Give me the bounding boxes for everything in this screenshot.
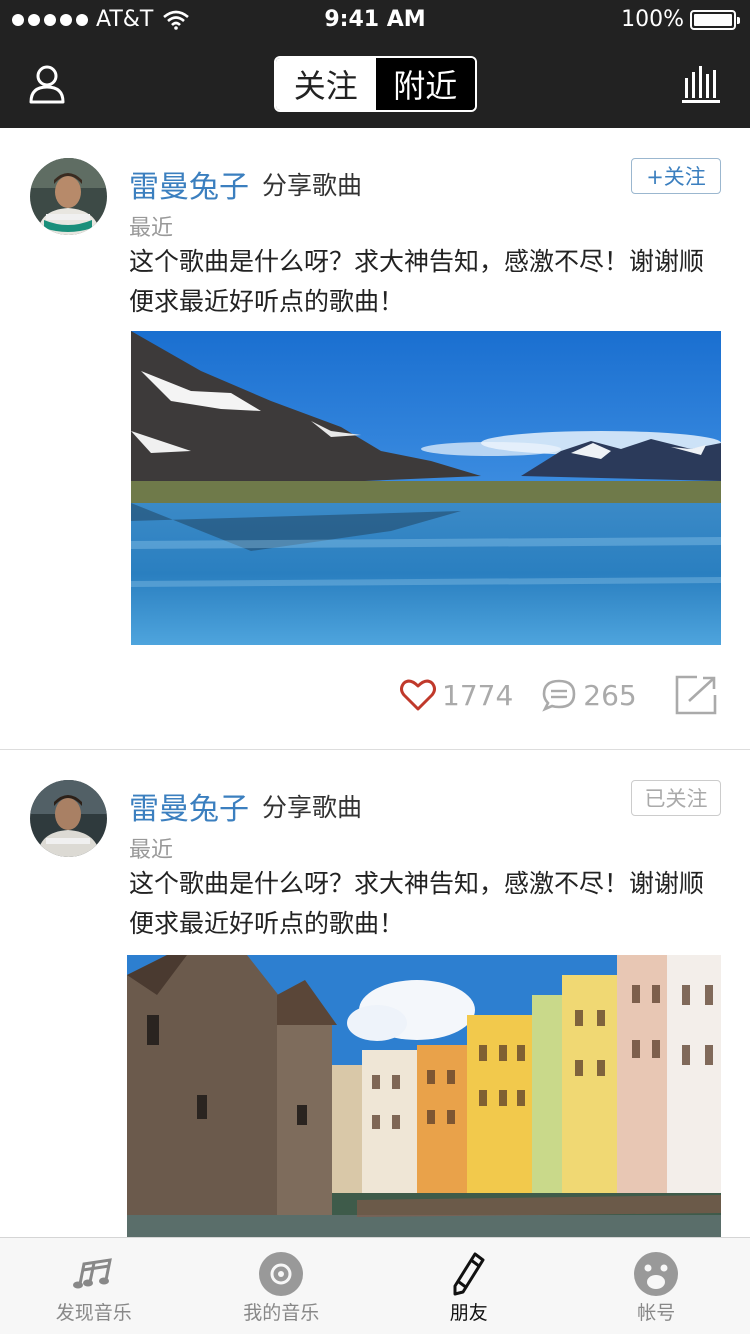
disc-icon	[259, 1252, 304, 1296]
equalizer-icon[interactable]	[680, 64, 722, 104]
tab-label: 帐号	[637, 1302, 676, 1324]
post-time: 最近	[129, 838, 174, 863]
username[interactable]: 雷曼兔子	[129, 784, 249, 828]
post-time: 最近	[129, 216, 174, 241]
post-image[interactable]	[127, 955, 721, 1240]
feed-post: 雷曼兔子 分享歌曲 已关注 最近 这个歌曲是什么呀？求大神告知，感激不尽！谢谢顺…	[0, 750, 750, 1240]
feed: 雷曼兔子 分享歌曲 +关注 最近 这个歌曲是什么呀？求大神告知，感激不尽！谢谢顺…	[0, 128, 750, 1240]
post-image[interactable]	[131, 331, 721, 645]
tab-nearby[interactable]: 附近	[375, 58, 475, 110]
status-right: 100%	[621, 7, 740, 32]
music-note-icon	[72, 1258, 112, 1289]
comment-button[interactable]: 265	[541, 678, 637, 712]
pencil-icon	[453, 1252, 485, 1296]
post-actions: 1774 265	[400, 673, 723, 717]
like-count: 1774	[442, 678, 514, 712]
tab-my-music[interactable]: 我的音乐	[188, 1238, 376, 1334]
status-bar: AT&T 9:41 AM 100%	[0, 0, 750, 40]
like-button[interactable]: 1774	[400, 678, 513, 712]
tab-discover-music[interactable]: 发现音乐	[0, 1238, 188, 1334]
username[interactable]: 雷曼兔子	[129, 162, 249, 206]
tab-following[interactable]: 关注	[276, 58, 376, 110]
tab-label: 发现音乐	[55, 1302, 132, 1324]
face-icon	[634, 1252, 679, 1296]
tab-account[interactable]: 帐号	[563, 1238, 750, 1334]
tab-friends[interactable]: 朋友	[375, 1238, 563, 1334]
followed-button[interactable]: 已关注	[631, 780, 721, 816]
post-action: 分享歌曲	[262, 793, 363, 822]
top-bar: AT&T 9:41 AM 100% 关注 附近	[0, 0, 750, 128]
feed-post: 雷曼兔子 分享歌曲 +关注 最近 这个歌曲是什么呀？求大神告知，感激不尽！谢谢顺…	[0, 128, 750, 750]
comment-icon	[542, 679, 576, 712]
post-text: 这个歌曲是什么呀？求大神告知，感激不尽！谢谢顺便求最近好听点的歌曲！	[129, 869, 705, 938]
avatar[interactable]	[30, 158, 107, 235]
post-text: 这个歌曲是什么呀？求大神告知，感激不尽！谢谢顺便求最近好听点的歌曲！	[129, 247, 705, 316]
post-action: 分享歌曲	[262, 171, 363, 200]
tab-label: 我的音乐	[243, 1302, 320, 1324]
heart-icon	[400, 679, 436, 711]
share-button[interactable]	[675, 675, 723, 715]
tab-bar: 发现音乐 我的音乐 朋友 帐号	[0, 1237, 750, 1334]
user-icon[interactable]	[28, 64, 66, 104]
segmented-control: 关注 附近	[274, 56, 477, 112]
battery-percent: 100%	[621, 7, 684, 32]
comment-count: 265	[583, 678, 637, 712]
share-icon	[675, 675, 717, 715]
avatar[interactable]	[30, 780, 107, 857]
tab-label: 朋友	[449, 1302, 488, 1324]
follow-button[interactable]: +关注	[631, 158, 721, 194]
battery-icon	[690, 9, 740, 30]
